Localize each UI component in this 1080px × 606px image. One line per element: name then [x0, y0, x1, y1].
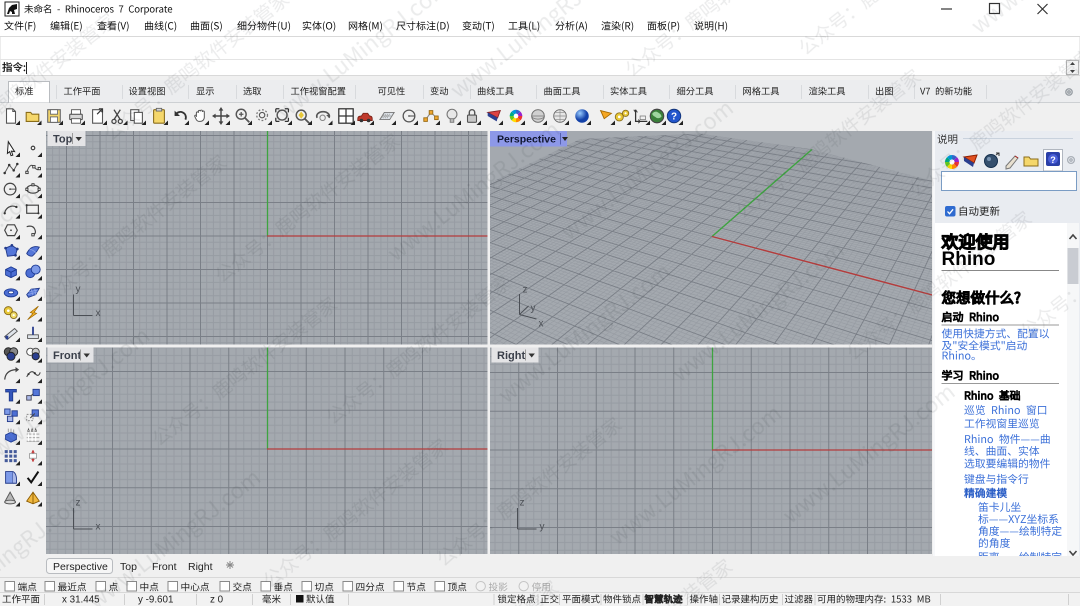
- svg-text:z 0: z 0: [210, 595, 224, 606]
- svg-text:x: x: [96, 522, 101, 533]
- svg-text:Perspective: Perspective: [497, 134, 556, 146]
- svg-text:Top: Top: [120, 561, 137, 573]
- svg-text:y: y: [76, 284, 81, 295]
- svg-text:Front: Front: [53, 350, 81, 362]
- svg-text:x: x: [539, 319, 544, 330]
- svg-text:Top: Top: [53, 134, 73, 146]
- svg-text:Right: Right: [497, 350, 525, 362]
- svg-text:Perspective: Perspective: [53, 561, 108, 573]
- svg-text:y -9.601: y -9.601: [138, 595, 173, 606]
- svg-text:Rhino: Rhino: [942, 249, 996, 270]
- svg-text:Right: Right: [188, 561, 213, 573]
- svg-text:z: z: [523, 285, 528, 296]
- svg-text:?: ?: [671, 112, 677, 123]
- svg-text:?: ?: [1050, 155, 1056, 165]
- svg-text:x: x: [96, 308, 101, 319]
- svg-text:y: y: [540, 522, 545, 533]
- svg-text:y: y: [531, 303, 536, 314]
